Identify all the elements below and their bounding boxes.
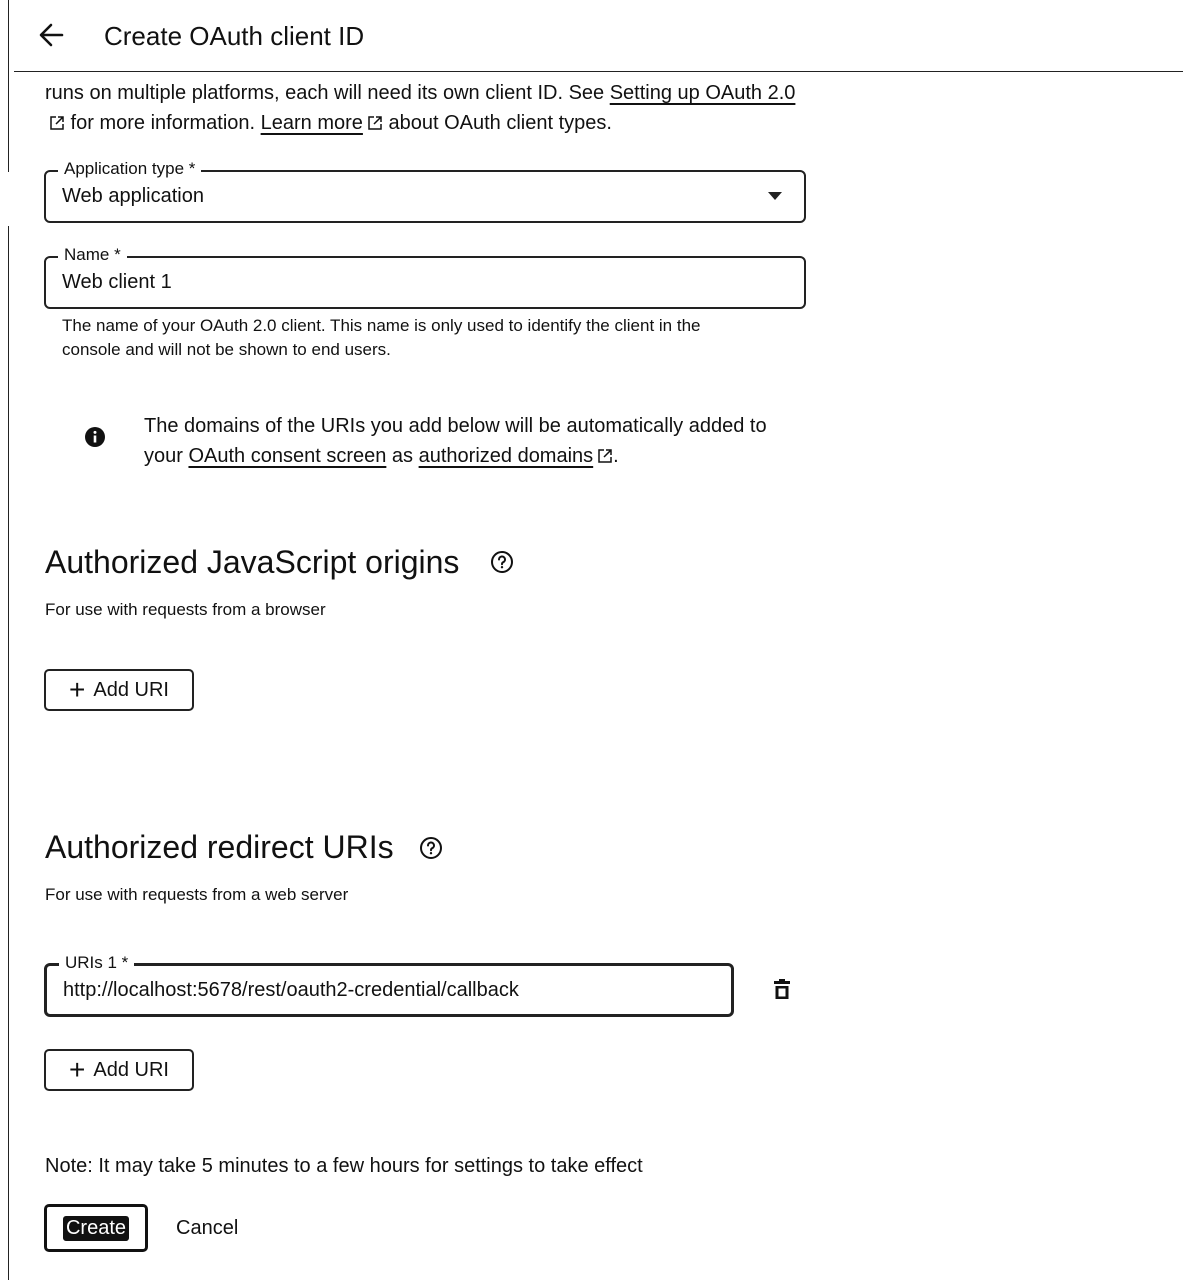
add-redirect-uri-button[interactable]: + Add URI (44, 1049, 194, 1091)
create-button[interactable]: Create (44, 1204, 148, 1252)
dropdown-arrow-icon (768, 192, 782, 200)
js-origins-subtitle: For use with requests from a browser (45, 600, 326, 619)
redirect-uri-label: URIs 1 * (59, 952, 135, 974)
redirect-uris-title: Authorized redirect URIs (45, 829, 394, 865)
cancel-button[interactable]: Cancel (176, 1214, 238, 1242)
info-icon (84, 426, 106, 448)
info-text: The domains of the URIs you add below wi… (144, 411, 804, 473)
delete-icon[interactable] (770, 978, 794, 1002)
application-type-label: Application type * (58, 158, 202, 180)
redirect-uris-subtitle: For use with requests from a web server (45, 885, 349, 904)
name-field[interactable]: Name * Web client 1 (44, 244, 806, 309)
help-icon[interactable] (419, 836, 443, 860)
page-title: Create OAuth client ID (104, 21, 365, 51)
application-type-value: Web application (62, 185, 204, 207)
left-border (8, 226, 9, 1280)
js-origins-title: Authorized JavaScript origins (45, 544, 460, 580)
external-link-icon (49, 110, 65, 140)
name-label: Name * (58, 244, 127, 266)
intro-text: runs on multiple platforms, each will ne… (45, 78, 805, 140)
application-type-select[interactable]: Application type * Web application (44, 158, 806, 223)
add-js-origin-button[interactable]: + Add URI (44, 669, 194, 711)
name-value: Web client 1 (62, 271, 172, 293)
redirect-uri-value: http://localhost:5678/rest/oauth2-creden… (63, 979, 519, 1001)
plus-icon: + (69, 674, 86, 705)
redirect-uri-input[interactable]: URIs 1 * http://localhost:5678/rest/oaut… (44, 952, 734, 1017)
name-hint: The name of your OAuth 2.0 client. This … (62, 316, 701, 359)
external-link-icon (597, 443, 613, 473)
left-border (8, 0, 9, 172)
plus-icon: + (69, 1054, 86, 1085)
learn-more-link[interactable]: Learn more (261, 112, 363, 134)
oauth-consent-screen-link[interactable]: OAuth consent screen (188, 445, 386, 467)
back-arrow-icon[interactable] (34, 18, 68, 52)
external-link-icon (367, 110, 383, 140)
help-icon[interactable] (490, 550, 514, 574)
authorized-domains-link[interactable]: authorized domains (419, 445, 594, 467)
setting-up-oauth-link[interactable]: Setting up OAuth 2.0 (610, 82, 796, 104)
settings-note: Note: It may take 5 minutes to a few hou… (45, 1155, 643, 1177)
header-divider (14, 71, 1183, 72)
